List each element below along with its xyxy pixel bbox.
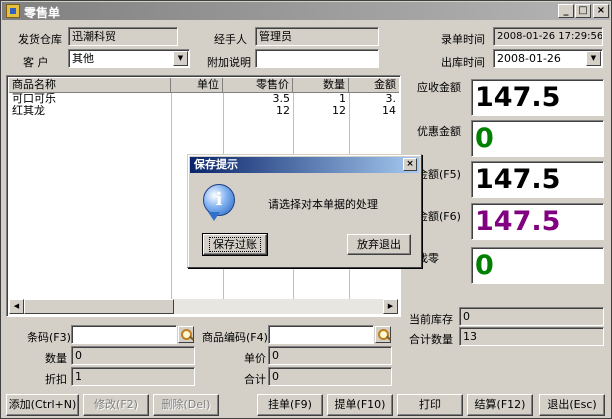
hold-button[interactable]: 挂单(F9) (257, 394, 323, 416)
cell-qty: 1 (339, 93, 346, 105)
barcode-label: 条码(F3) (27, 331, 71, 344)
warehouse-label: 发货仓库 (18, 33, 62, 46)
cell-amount: 3. (385, 93, 397, 105)
cell-unit (171, 93, 223, 105)
customer-select[interactable]: 其他 ▼ (68, 49, 190, 68)
cash-value[interactable]: 147.5 (471, 161, 604, 198)
count-label: 合计数量 (409, 333, 453, 346)
entry-time-field[interactable]: 2008-01-26 17:29:56 (493, 27, 603, 46)
product-code-label: 商品编码(F4) (202, 331, 268, 344)
rebate-field[interactable]: 1 (71, 367, 195, 386)
app-icon (6, 4, 20, 18)
delete-button[interactable]: 删除(Del) (153, 394, 219, 416)
dialog-title: 保存提示 (194, 158, 238, 171)
rebate-label: 折扣 (45, 373, 67, 386)
close-button[interactable]: × (593, 4, 609, 18)
maximize-button[interactable]: □ (575, 4, 591, 18)
search-icon[interactable] (178, 326, 194, 343)
cash-label: 金额(F5) (417, 168, 461, 181)
subtotal-label: 合计 (244, 373, 266, 386)
retrieve-button[interactable]: 提单(F10) (327, 394, 393, 416)
stock-field: 0 (459, 307, 604, 326)
save-prompt-dialog: 保存提示 × i 请选择对本单据的处理 保存过账 放弃退出 (187, 154, 422, 268)
save-post-button[interactable]: 保存过账 (202, 233, 268, 256)
change-value: 0 (471, 247, 604, 284)
discount-value: 0 (471, 120, 604, 157)
minimize-button[interactable]: _ (558, 4, 574, 18)
column-header[interactable]: 零售价 (223, 78, 293, 93)
cell-amount: 14 (382, 105, 396, 117)
stock-label: 当前库存 (409, 313, 453, 326)
remark-input[interactable] (255, 49, 379, 68)
quantity-label: 数量 (45, 352, 67, 365)
dialog-close-button[interactable]: × (403, 158, 417, 171)
count-field: 13 (459, 327, 604, 346)
cell-price: 3.5 (272, 93, 291, 105)
settle-button[interactable]: 结算(F12) (467, 394, 533, 416)
print-button[interactable]: 打印 (397, 394, 463, 416)
table-row[interactable]: 红其龙 12 12 14 (9, 105, 399, 117)
receivable-value: 147.5 (471, 79, 604, 116)
edit-button[interactable]: 修改(F2) (83, 394, 149, 416)
warehouse-field[interactable]: 迅潮科贸 (68, 27, 178, 46)
title-bar: 零售单 _ □ × (2, 2, 610, 20)
chevron-down-icon[interactable]: ▼ (173, 51, 188, 66)
outbound-date-value: 2008-01-26 (497, 52, 561, 65)
table-row[interactable]: 可口可乐 3.5 1 3. (9, 93, 399, 105)
customer-value: 其他 (72, 52, 94, 65)
discard-exit-button[interactable]: 放弃退出 (347, 234, 411, 255)
column-header[interactable]: 商品名称 (9, 78, 171, 93)
cell-qty: 12 (332, 105, 346, 117)
window-title: 零售单 (24, 6, 61, 20)
horizontal-scrollbar[interactable]: ◀ ▶ (9, 299, 398, 314)
receivable-label: 应收金额 (417, 81, 461, 94)
column-header[interactable]: 金额 (349, 78, 399, 93)
outbound-date-select[interactable]: 2008-01-26 ▼ (493, 49, 603, 68)
cell-name: 红其龙 (12, 105, 45, 117)
add-button[interactable]: 添加(Ctrl+N) (6, 394, 79, 416)
handler-field[interactable]: 管理员 (255, 27, 379, 46)
grid-header: 商品名称 单位 零售价 数量 金额 (9, 78, 399, 93)
cell-price: 12 (276, 105, 290, 117)
handler-label: 经手人 (214, 33, 247, 46)
cell-name: 可口可乐 (12, 93, 56, 105)
unit-price-field[interactable]: 0 (268, 346, 392, 365)
column-header[interactable]: 单位 (171, 78, 223, 93)
info-icon-tail (208, 212, 220, 221)
retail-order-window: 零售单 _ □ × 发货仓库 迅潮科贸 经手人 管理员 录单时间 2008-01… (0, 0, 612, 419)
dialog-title-bar: 保存提示 × (190, 157, 419, 173)
remark-label: 附加说明 (207, 56, 251, 69)
discount-label: 优惠金额 (417, 125, 461, 138)
received-value[interactable]: 147.5 (471, 203, 604, 240)
column-header[interactable]: 数量 (293, 78, 349, 93)
entry-time-label: 录单时间 (441, 33, 485, 46)
chevron-down-icon[interactable]: ▼ (586, 51, 601, 66)
quantity-field[interactable]: 0 (71, 346, 195, 365)
cell-unit (171, 105, 223, 117)
scroll-left-icon[interactable]: ◀ (9, 299, 24, 314)
scroll-right-icon[interactable]: ▶ (383, 299, 398, 314)
dialog-message: 请选择对本单据的处理 (268, 198, 378, 211)
product-code-input[interactable] (268, 325, 374, 344)
scroll-thumb[interactable] (24, 299, 174, 314)
outbound-time-label: 出库时间 (441, 56, 485, 69)
exit-button[interactable]: 退出(Esc) (539, 394, 605, 416)
search-icon[interactable] (375, 326, 391, 343)
customer-label: 客 户 (23, 56, 49, 69)
subtotal-field: 0 (268, 367, 392, 386)
received-label: 金额(F6) (417, 210, 461, 223)
unit-price-label: 单价 (244, 352, 266, 365)
barcode-input[interactable] (71, 325, 177, 344)
